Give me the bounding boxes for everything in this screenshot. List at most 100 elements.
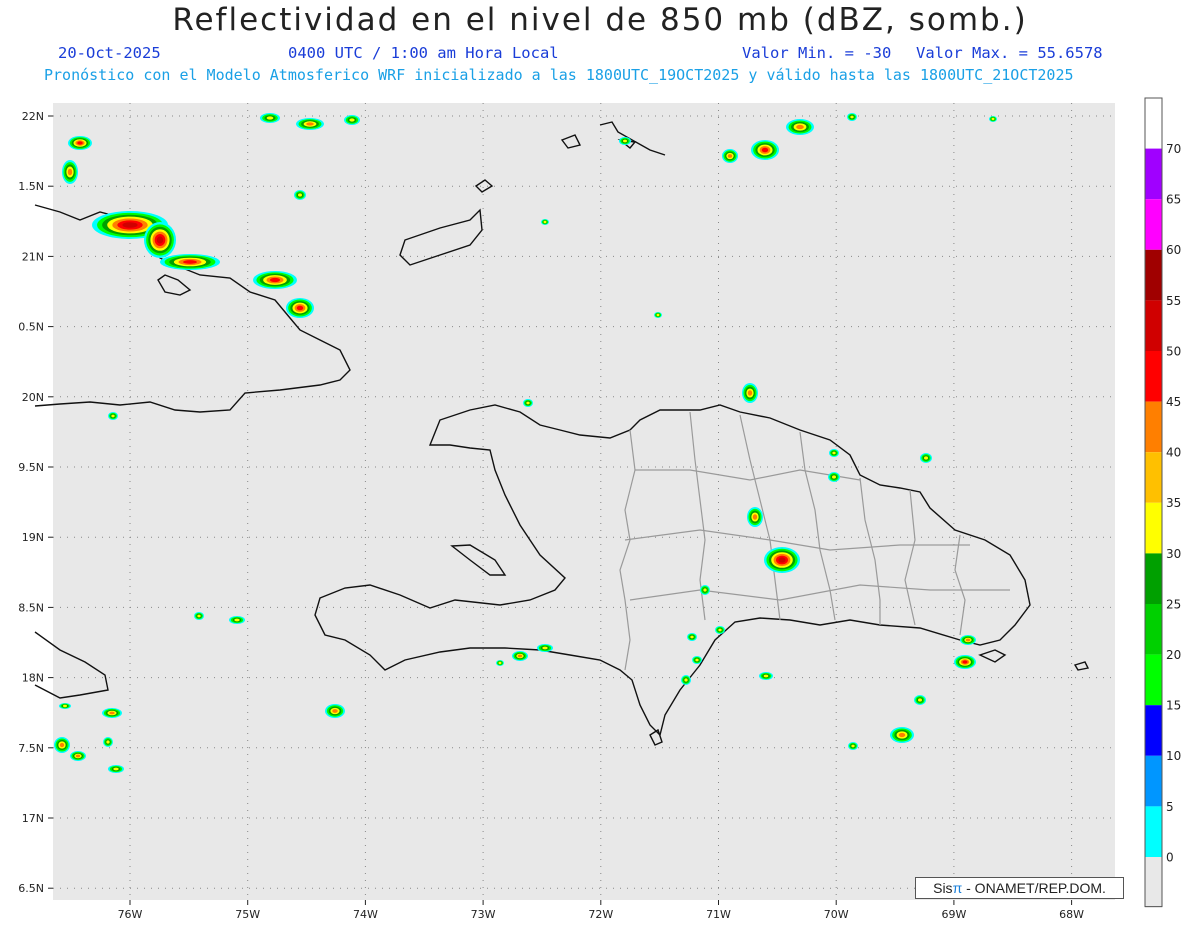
colorbar-swatch <box>1145 502 1162 554</box>
reflectivity-map: 22N 1.5N 21N 0.5N 20N 9.5N 19N 8.5N 18N 7.5N 17N 6.… <box>18 97 1181 921</box>
colorbar-swatch <box>1145 857 1162 908</box>
credit-label: Sisπ - ONAMET/REP.DOM. <box>915 877 1124 899</box>
reflectivity-cell <box>700 585 710 595</box>
lon-label: 68W <box>1059 908 1084 921</box>
reflectivity-cell <box>920 453 932 463</box>
reflectivity-cell <box>829 449 839 457</box>
colorbar-label: 45 <box>1166 395 1181 409</box>
reflectivity-cell <box>687 633 697 641</box>
reflectivity-cell <box>742 383 758 403</box>
lat-label: 20N <box>22 391 44 404</box>
colorbar-label: 5 <box>1166 800 1174 814</box>
colorbar-swatch <box>1145 604 1162 655</box>
reflectivity-cell <box>296 118 324 130</box>
colorbar-swatch <box>1145 351 1162 402</box>
reflectivity-cell <box>786 119 814 135</box>
colorbar-label: 60 <box>1166 243 1181 257</box>
lat-label: 7.5N <box>18 742 44 755</box>
reflectivity-cell <box>68 136 92 150</box>
reflectivity-cell <box>751 140 779 160</box>
reflectivity-cell <box>54 737 70 753</box>
lat-label: 1.5N <box>18 180 44 193</box>
lon-label: 71W <box>706 908 731 921</box>
reflectivity-cell <box>715 626 725 634</box>
lon-label: 72W <box>588 908 613 921</box>
lat-label: 19N <box>22 531 44 544</box>
colorbar-swatch <box>1145 249 1162 301</box>
reflectivity-cell <box>541 219 549 225</box>
lon-label: 75W <box>235 908 260 921</box>
colorbar-label: 70 <box>1166 142 1181 156</box>
lat-label: 22N <box>22 110 44 123</box>
colorbar-swatch <box>1145 553 1162 604</box>
colorbar: 7065605550454035302520151050 <box>1144 97 1181 908</box>
colorbar-label: 65 <box>1166 193 1181 207</box>
reflectivity-cell <box>229 616 245 624</box>
reflectivity-cell <box>496 660 504 666</box>
colorbar-swatch <box>1145 654 1162 706</box>
reflectivity-cell <box>194 612 204 620</box>
reflectivity-cell <box>344 115 360 125</box>
reflectivity-cell <box>960 635 976 645</box>
lon-label: 70W <box>824 908 849 921</box>
reflectivity-cell <box>537 644 553 652</box>
reflectivity-cell <box>619 137 631 145</box>
reflectivity-cell <box>102 708 122 718</box>
colorbar-label: 35 <box>1166 496 1181 510</box>
reflectivity-cell <box>286 298 314 318</box>
reflectivity-cell <box>692 656 702 664</box>
reflectivity-cell <box>722 149 738 163</box>
reflectivity-cell <box>325 704 345 718</box>
colorbar-label: 50 <box>1166 344 1181 358</box>
lon-label: 69W <box>941 908 966 921</box>
colorbar-swatch <box>1145 98 1162 149</box>
reflectivity-cell <box>253 271 297 289</box>
reflectivity-cell <box>989 116 997 122</box>
colorbar-label: 30 <box>1166 547 1181 561</box>
reflectivity-cell <box>954 655 976 669</box>
reflectivity-cell <box>512 651 528 661</box>
reflectivity-cell <box>294 190 306 200</box>
reflectivity-cell <box>523 399 533 407</box>
lat-label: 17N <box>22 812 44 825</box>
colorbar-swatch <box>1145 806 1162 857</box>
reflectivity-cell <box>848 742 858 750</box>
map-frame <box>53 103 1115 900</box>
lon-label: 74W <box>353 908 378 921</box>
reflectivity-cell <box>260 113 280 123</box>
lon-label: 76W <box>118 908 143 921</box>
reflectivity-cell <box>764 547 800 573</box>
lat-label: 18N <box>22 672 44 685</box>
reflectivity-cell <box>681 675 691 685</box>
reflectivity-cell <box>759 672 773 680</box>
colorbar-label: 15 <box>1166 699 1181 713</box>
colorbar-swatch <box>1145 401 1162 453</box>
lon-label: 73W <box>471 908 496 921</box>
reflectivity-cell <box>103 737 113 747</box>
colorbar-swatch <box>1145 452 1162 503</box>
reflectivity-cell <box>747 507 763 527</box>
reflectivity-cell <box>914 695 926 705</box>
reflectivity-cell <box>108 765 124 773</box>
reflectivity-cell <box>890 727 914 743</box>
colorbar-label: 20 <box>1166 648 1181 662</box>
colorbar-swatch <box>1145 199 1162 250</box>
reflectivity-cell <box>70 751 86 761</box>
lat-label: 6.5N <box>18 882 44 895</box>
reflectivity-cell <box>828 472 840 482</box>
lat-label: 9.5N <box>18 461 44 474</box>
reflectivity-cell <box>160 254 220 270</box>
reflectivity-cell <box>59 703 71 709</box>
colorbar-label: 10 <box>1166 749 1181 763</box>
colorbar-swatch <box>1145 755 1162 807</box>
lat-label: 21N <box>22 250 44 263</box>
reflectivity-cell <box>654 312 662 318</box>
colorbar-label: 0 <box>1166 850 1174 864</box>
lat-label: 8.5N <box>18 601 44 614</box>
colorbar-label: 40 <box>1166 446 1181 460</box>
colorbar-swatch <box>1145 300 1162 351</box>
colorbar-label: 55 <box>1166 294 1181 308</box>
reflectivity-cell <box>62 160 78 184</box>
colorbar-swatch <box>1145 148 1162 200</box>
colorbar-label: 25 <box>1166 597 1181 611</box>
